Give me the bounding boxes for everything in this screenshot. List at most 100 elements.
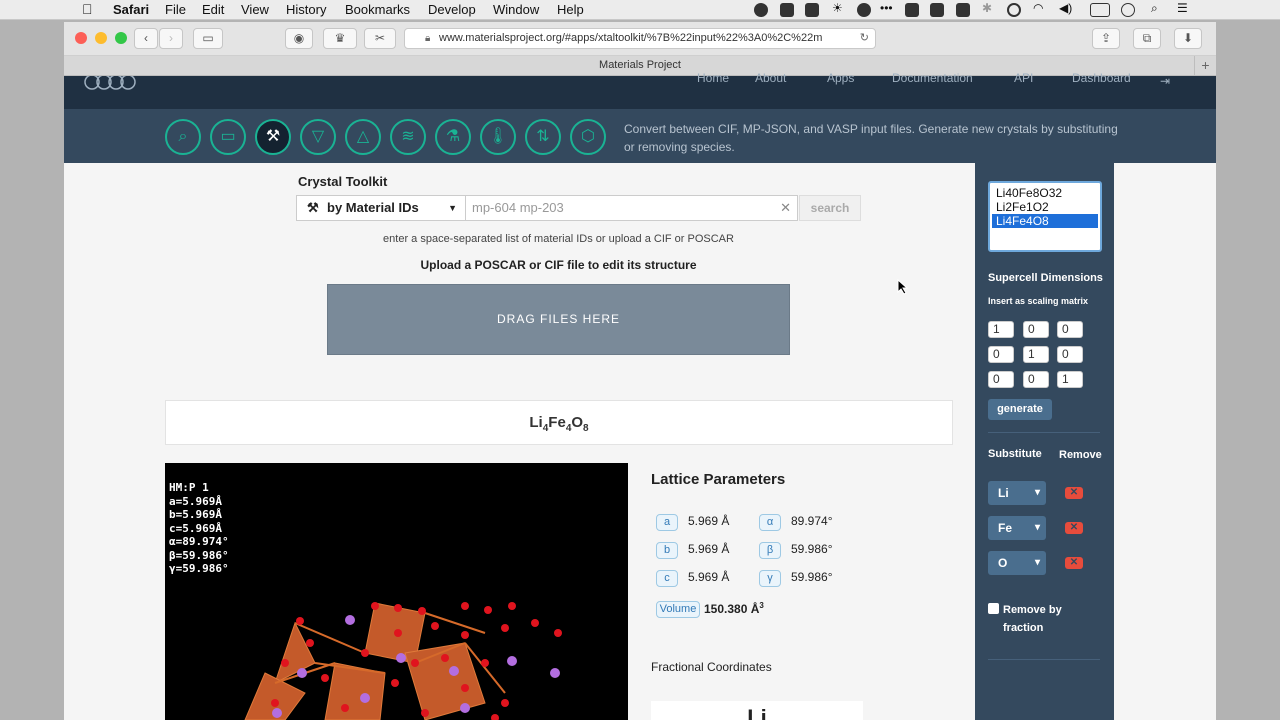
battery-status-icon[interactable] [1090,3,1110,17]
share-extension-icon[interactable]: ♛ [323,28,357,49]
search-hint: enter a space-separated list of material… [383,233,734,245]
share-icon[interactable]: ⇪ [1092,28,1120,49]
nav-dashboard[interactable]: Dashboard [1072,71,1131,85]
history-item-selected[interactable]: Li4Fe4O8 [992,214,1098,228]
matrix-cell[interactable]: 0 [988,346,1014,363]
brightness-icon[interactable]: ☀ [832,1,846,15]
menu-file[interactable]: File [165,2,186,17]
tools-icon[interactable]: ⚒ [255,119,291,155]
structure-icon[interactable]: ⬡ [570,119,606,155]
menu-window[interactable]: Window [493,2,539,17]
user-icon[interactable] [1121,3,1135,17]
forward-button[interactable]: › [159,28,183,49]
upload-title: Upload a POSCAR or CIF file to edit its … [420,258,697,272]
close-window-button[interactable] [75,32,87,44]
back-button[interactable]: ‹ [134,28,158,49]
apple-icon[interactable]:  [82,1,93,17]
cloud-icon[interactable] [857,3,871,17]
privacy-icon[interactable]: ◉ [285,28,313,49]
param-c-badge: c [656,570,678,587]
structure-history-list[interactable]: Li40Fe8O32 Li2Fe1O2 Li4Fe4O8 [988,181,1102,252]
menu-app-safari[interactable]: Safari [113,2,149,17]
lock-icon: 🔒︎ [425,33,431,44]
substitute-o-dropdown[interactable]: O [988,551,1046,575]
tab-materials-project[interactable]: Materials Project [599,59,681,71]
divider [988,432,1100,433]
reload-icon[interactable]: ↻ [860,29,869,48]
clear-icon[interactable]: ✕ [780,196,791,220]
edit-sidebar: Li40Fe8O32 Li2Fe1O2 Li4Fe4O8 Supercell D… [975,163,1114,720]
remove-o-icon[interactable]: ✕ [1065,557,1083,569]
menu-help[interactable]: Help [557,2,584,17]
volume-icon[interactable]: ◀) [1059,1,1073,15]
substitute-li-dropdown[interactable]: Li [988,481,1046,505]
crystal-structure-render [244,602,562,720]
nav-about[interactable]: About [755,71,786,85]
notification-center-icon[interactable]: ☰ [1177,1,1191,15]
materials-project-logo-icon[interactable] [82,76,136,94]
nav-api[interactable]: API [1014,71,1033,85]
new-tab-icon[interactable]: + [1194,56,1216,75]
remove-by-fraction-checkbox[interactable] [988,603,999,614]
bluetooth-icon[interactable]: ✱ [982,1,996,15]
apps-toolbar: ⌕ ▭ ⚒ ▽ △ ≋ ⚗ 🌡︎ ⇅ ⬡ Convert between CIF… [64,109,1216,163]
dropbox-icon[interactable] [905,3,919,17]
history-item[interactable]: Li2Fe1O2 [996,200,1094,214]
file-drop-zone[interactable]: DRAG FILES HERE [327,284,790,355]
nav-apps[interactable]: Apps [827,71,854,85]
exchange-icon[interactable]: ⇅ [525,119,561,155]
matrix-cell[interactable]: 0 [1023,371,1049,388]
matrix-cell[interactable]: 1 [988,321,1014,338]
minimize-window-button[interactable] [95,32,107,44]
tools-extension-icon[interactable]: ✂ [364,28,396,49]
search-button[interactable]: search [799,195,861,221]
dots-icon[interactable]: ••• [880,1,894,15]
generate-button[interactable]: generate [988,399,1052,420]
search-icon[interactable]: ⌕ [165,119,201,155]
menu-develop[interactable]: Develop [428,2,476,17]
tabs-overview-icon[interactable]: ⧉ [1133,28,1161,49]
crystal-structure-viewer[interactable]: HM:P 1 a=5.969Å b=5.969Å c=5.969Å α=89.9… [165,463,628,720]
flask-icon[interactable]: ⚗ [435,119,471,155]
remove-li-icon[interactable]: ✕ [1065,487,1083,499]
drive-icon[interactable] [930,3,944,17]
memory-icon[interactable] [956,3,970,17]
wifi-icon[interactable]: ◠ [1033,1,1047,15]
diagram-icon[interactable]: △ [345,119,381,155]
nav-home[interactable]: Home [697,71,729,85]
record-icon[interactable] [754,3,768,17]
material-id-search-input[interactable]: mp-604 mp-203 ✕ [466,195,798,221]
tab-bar: Materials Project + [64,56,1216,76]
search-mode-dropdown[interactable]: ⚒ by Material IDs ▼ [296,195,466,221]
matrix-cell[interactable]: 0 [1057,346,1083,363]
downloads-icon[interactable]: ⬇ [1174,28,1202,49]
nav-documentation[interactable]: Documentation [892,71,973,85]
matrix-cell[interactable]: 1 [1023,346,1049,363]
time-machine-icon[interactable] [1007,3,1021,17]
logout-icon[interactable]: ⇥ [1160,74,1170,88]
param-beta-badge: β [759,542,781,559]
fractional-coordinates-title: Fractional Coordinates [651,660,772,674]
thermometer-icon[interactable]: 🌡︎ [480,119,516,155]
matrix-cell[interactable]: 0 [1057,321,1083,338]
matrix-cell[interactable]: 0 [988,371,1014,388]
zoom-window-button[interactable] [115,32,127,44]
menu-history[interactable]: History [286,2,326,17]
remove-fe-icon[interactable]: ✕ [1065,522,1083,534]
sidebar-toggle-icon[interactable]: ▭ [193,28,223,49]
substitute-fe-dropdown[interactable]: Fe [988,516,1046,540]
dash-icon[interactable] [780,3,794,17]
menu-edit[interactable]: Edit [202,2,224,17]
spotlight-icon[interactable]: ⌕ [1151,1,1165,15]
menu-bookmarks[interactable]: Bookmarks [345,2,410,17]
matrix-cell[interactable]: 1 [1057,371,1083,388]
history-item[interactable]: Li40Fe8O32 [996,186,1094,200]
matrix-cell[interactable]: 0 [1023,321,1049,338]
menu-view[interactable]: View [241,2,269,17]
app-description: Convert between CIF, MP-JSON, and VASP i… [624,122,1118,154]
home-icon[interactable] [805,3,819,17]
bands-icon[interactable]: ≋ [390,119,426,155]
url-field[interactable]: 🔒︎ www.materialsproject.org/#apps/xtalto… [404,28,876,49]
phase-icon[interactable]: ▽ [300,119,336,155]
battery-icon[interactable]: ▭ [210,119,246,155]
